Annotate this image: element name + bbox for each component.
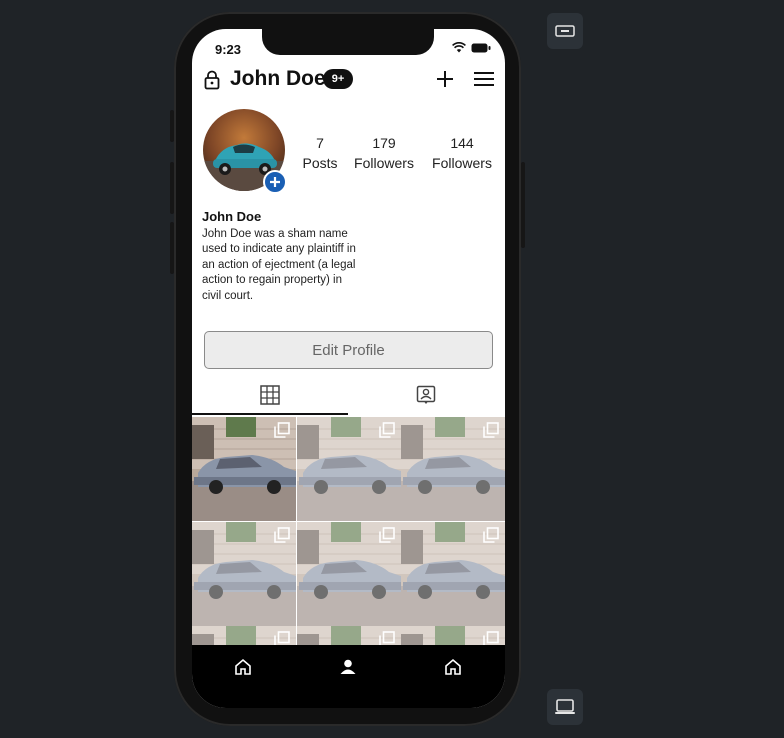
multiple-photos-icon <box>274 526 290 543</box>
notification-badge: 9+ <box>323 69 353 89</box>
home-icon <box>445 658 461 675</box>
posts-grid <box>192 417 505 647</box>
phone-frame: 9:23 John Doe 9+ 7 Posts 179 Followers 1… <box>170 12 525 726</box>
stat-label: Followers <box>432 155 492 171</box>
status-icons <box>452 42 491 53</box>
stat-label: Posts <box>302 155 338 171</box>
tagged-person-icon <box>416 385 436 404</box>
tabbar-home-2[interactable] <box>443 657 463 677</box>
tab-tagged[interactable] <box>348 375 504 415</box>
post-thumbnail[interactable] <box>192 417 296 521</box>
notch <box>262 29 434 55</box>
multiple-photos-icon <box>483 526 499 543</box>
grid-icon <box>260 385 280 405</box>
header-username[interactable]: John Doe <box>230 67 326 91</box>
post-thumbnail[interactable] <box>296 521 401 626</box>
stat-value: 179 <box>372 135 396 151</box>
multiple-photos-icon <box>378 526 395 543</box>
tabbar-home[interactable] <box>233 657 253 677</box>
rotate-landscape-icon <box>555 25 575 37</box>
home-icon <box>235 658 251 675</box>
post-thumbnail[interactable] <box>192 521 296 626</box>
bottom-tab-bar <box>192 645 505 708</box>
rotate-button[interactable] <box>547 13 583 49</box>
multiple-photos-icon <box>378 422 395 438</box>
add-story-button[interactable] <box>263 170 287 194</box>
stat-value: 144 <box>450 135 474 151</box>
tabbar-profile[interactable] <box>338 657 358 677</box>
post-thumbnail[interactable] <box>296 626 401 647</box>
plus-icon <box>270 177 280 187</box>
stat-value: 7 <box>316 135 324 151</box>
edit-profile-button[interactable]: Edit Profile <box>204 331 493 369</box>
bio-text: John Doe was a sham name used to indicat… <box>202 228 356 302</box>
active-tab-indicator <box>192 413 348 415</box>
tab-posts-grid[interactable] <box>192 375 348 415</box>
person-icon <box>340 659 356 674</box>
post-thumbnail[interactable] <box>401 626 505 647</box>
stat-followers[interactable]: 179 Followers <box>352 133 416 173</box>
post-thumbnail[interactable] <box>192 626 296 647</box>
plus-icon[interactable] <box>436 70 454 88</box>
wifi-icon <box>452 42 466 53</box>
menu-icon[interactable] <box>474 71 494 87</box>
lock-icon <box>204 70 220 90</box>
volume-up-button <box>170 162 174 214</box>
profile-tabs <box>192 375 505 415</box>
laptop-icon <box>555 699 575 714</box>
device-mode-button[interactable] <box>547 689 583 725</box>
stat-label: Followers <box>354 155 414 171</box>
phone-screen: 9:23 John Doe 9+ 7 Posts 179 Followers 1… <box>192 29 505 708</box>
bio-name: John Doe <box>202 209 262 224</box>
post-thumbnail[interactable] <box>296 417 401 521</box>
volume-down-button <box>170 222 174 274</box>
post-thumbnail[interactable] <box>401 417 505 521</box>
battery-icon <box>471 43 491 52</box>
profile-header: John Doe 9+ <box>192 67 505 97</box>
multiple-photos-icon <box>274 422 290 438</box>
power-button <box>521 162 525 248</box>
mute-switch <box>170 110 174 142</box>
stat-following[interactable]: 144 Followers <box>430 133 494 173</box>
multiple-photos-icon <box>483 422 499 438</box>
status-time: 9:23 <box>215 42 242 57</box>
stat-posts[interactable]: 7 Posts <box>298 133 342 173</box>
post-thumbnail[interactable] <box>401 521 505 626</box>
